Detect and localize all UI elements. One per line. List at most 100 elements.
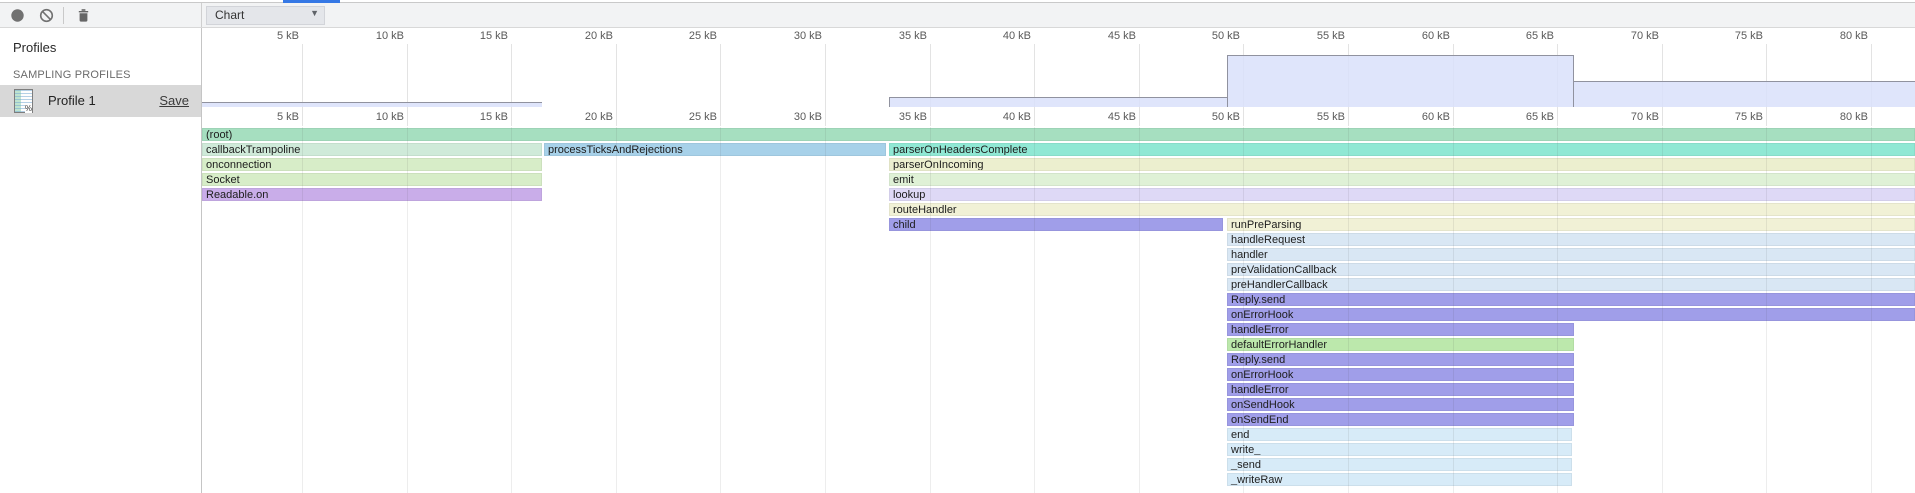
flame-bar-label: parserOnIncoming: [893, 159, 984, 171]
ruler-tick-label: 20 kB: [537, 111, 613, 123]
flame-bar-onSendEnd[interactable]: onSendEnd: [1227, 413, 1574, 426]
ruler-tick-label: 80 kB: [1792, 30, 1868, 42]
flame-bar-label: onErrorHook: [1231, 369, 1293, 381]
overview-step: [1574, 81, 1915, 107]
clear-all-button[interactable]: [39, 8, 54, 23]
ruler-tick-label: 30 kB: [746, 111, 822, 123]
flame-bar-lookup[interactable]: lookup: [889, 188, 1915, 201]
flame-bar-label: emit: [893, 174, 914, 186]
heap-profiler-panel: Chart ▼ Profiles SAMPLING PROFILES % Pro…: [0, 0, 1915, 493]
gridline: [1453, 127, 1454, 493]
flame-bar-callbackTrampoline[interactable]: callbackTrampoline: [202, 143, 542, 156]
gridline: [1139, 127, 1140, 493]
flame-bar-label: lookup: [893, 189, 925, 201]
chevron-down-icon: ▼: [310, 8, 319, 18]
gridline: [1662, 127, 1663, 493]
overview-step: [202, 102, 542, 107]
flame-bar-handler[interactable]: handler: [1227, 248, 1915, 261]
ruler-tick-label: 40 kB: [955, 30, 1031, 42]
gridline: [302, 44, 303, 126]
ruler-tick-label: 65 kB: [1478, 30, 1554, 42]
flame-bar-label: routeHandler: [893, 204, 957, 216]
flame-bar-emit[interactable]: emit: [889, 173, 1915, 186]
ruler-tick-label: 25 kB: [641, 111, 717, 123]
record-icon: [10, 8, 25, 23]
ruler-tick-label: 80 kB: [1792, 111, 1868, 123]
ruler-tick-label: 70 kB: [1583, 111, 1659, 123]
percent-glyph: %: [25, 105, 32, 113]
ruler-tick-label: 70 kB: [1583, 30, 1659, 42]
flame-chart-area: 5 kB10 kB15 kB20 kB25 kB30 kB35 kB40 kB4…: [202, 28, 1915, 493]
gridline: [825, 44, 826, 126]
flame-bar-label: onSendHook: [1231, 399, 1295, 411]
flame-bar-child[interactable]: child: [889, 218, 1223, 231]
ruler-tick-label: 35 kB: [851, 30, 927, 42]
flame-bar-preValidationCallback[interactable]: preValidationCallback: [1227, 263, 1915, 276]
flame-bar-handleRequest[interactable]: handleRequest: [1227, 233, 1915, 246]
flame-bar-_writeRaw[interactable]: _writeRaw: [1227, 473, 1572, 486]
gridline: [720, 127, 721, 493]
ruler-tick-label: 25 kB: [641, 30, 717, 42]
gridline: [1034, 127, 1035, 493]
flame-bar-label: onconnection: [206, 159, 271, 171]
ruler-tick-label: 5 kB: [223, 111, 299, 123]
flame-bar-_send[interactable]: _send: [1227, 458, 1572, 471]
flame-bar-label: handleError: [1231, 324, 1288, 336]
flame-bar-label: (root): [206, 129, 232, 141]
view-mode-select[interactable]: Chart ▼: [206, 6, 325, 25]
flame-bar-parserOnHeadersComplete[interactable]: parserOnHeadersComplete: [889, 143, 1915, 156]
ruler-tick-label: 60 kB: [1374, 111, 1450, 123]
gridline: [1557, 127, 1558, 493]
view-mode-value: Chart: [215, 7, 244, 24]
flame-bar-onErrorHook[interactable]: onErrorHook: [1227, 368, 1574, 381]
gridline: [1348, 127, 1349, 493]
flame-bar-runPreParsing[interactable]: runPreParsing: [1227, 218, 1915, 231]
ruler-tick-label: 10 kB: [328, 30, 404, 42]
ruler-tick-label: 45 kB: [1060, 30, 1136, 42]
flame-bar-root[interactable]: (root): [202, 128, 1915, 141]
flame-bar-label: handler: [1231, 249, 1268, 261]
gridline: [511, 44, 512, 126]
ruler-tick-label: 75 kB: [1687, 111, 1763, 123]
flame-bar-end[interactable]: end: [1227, 428, 1572, 441]
flame-bar-processTicksAndRejections[interactable]: processTicksAndRejections: [544, 143, 886, 156]
flame-bar-Readable.on[interactable]: Readable.on: [202, 188, 542, 201]
flame-bar-label: write_: [1231, 444, 1260, 456]
gridline: [1243, 127, 1244, 493]
flame-bar-handleError[interactable]: handleError: [1227, 323, 1574, 336]
flame-bar-Socket[interactable]: Socket: [202, 173, 542, 186]
record-button[interactable]: [10, 8, 25, 23]
flame-bar-label: child: [893, 219, 916, 231]
flame-bar-label: callbackTrampoline: [206, 144, 300, 156]
flame-bar-onErrorHook[interactable]: onErrorHook: [1227, 308, 1915, 321]
gridline: [930, 44, 931, 126]
trash-icon: [76, 8, 91, 23]
flame-bar-parserOnIncoming[interactable]: parserOnIncoming: [889, 158, 1915, 171]
gridline: [1034, 44, 1035, 126]
flame-bar-label: onSendEnd: [1231, 414, 1289, 426]
ruler-tick-label: 50 kB: [1164, 30, 1240, 42]
flame-bar-handleError[interactable]: handleError: [1227, 383, 1574, 396]
flame-bar-write_[interactable]: write_: [1227, 443, 1572, 456]
flame-bar-onconnection[interactable]: onconnection: [202, 158, 542, 171]
flame-bar-preHandlerCallback[interactable]: preHandlerCallback: [1227, 278, 1915, 291]
ruler-tick-label: 10 kB: [328, 111, 404, 123]
save-profile-link[interactable]: Save: [159, 85, 189, 117]
flame-bar-Reply.send[interactable]: Reply.send: [1227, 353, 1574, 366]
ruler-tick-label: 45 kB: [1060, 111, 1136, 123]
ruler-tick-label: 75 kB: [1687, 30, 1763, 42]
delete-profile-button[interactable]: [76, 8, 91, 23]
ruler-tick-label: 55 kB: [1269, 30, 1345, 42]
flame-bar-label: Readable.on: [206, 189, 268, 201]
gridline: [616, 44, 617, 126]
flame-bar-Reply.send[interactable]: Reply.send: [1227, 293, 1915, 306]
flame-bar-label: end: [1231, 429, 1249, 441]
flame-bar-routeHandler[interactable]: routeHandler: [889, 203, 1915, 216]
sidebar-item-profile-1[interactable]: % Profile 1 Save: [0, 85, 201, 117]
flame-bar-onSendHook[interactable]: onSendHook: [1227, 398, 1574, 411]
gridline: [1871, 127, 1872, 493]
ruler-tick-label: 65 kB: [1478, 111, 1554, 123]
flame-bar-defaultErrorHandler[interactable]: defaultErrorHandler: [1227, 338, 1574, 351]
flame-bar-label: _writeRaw: [1231, 474, 1282, 486]
gridline: [407, 127, 408, 493]
